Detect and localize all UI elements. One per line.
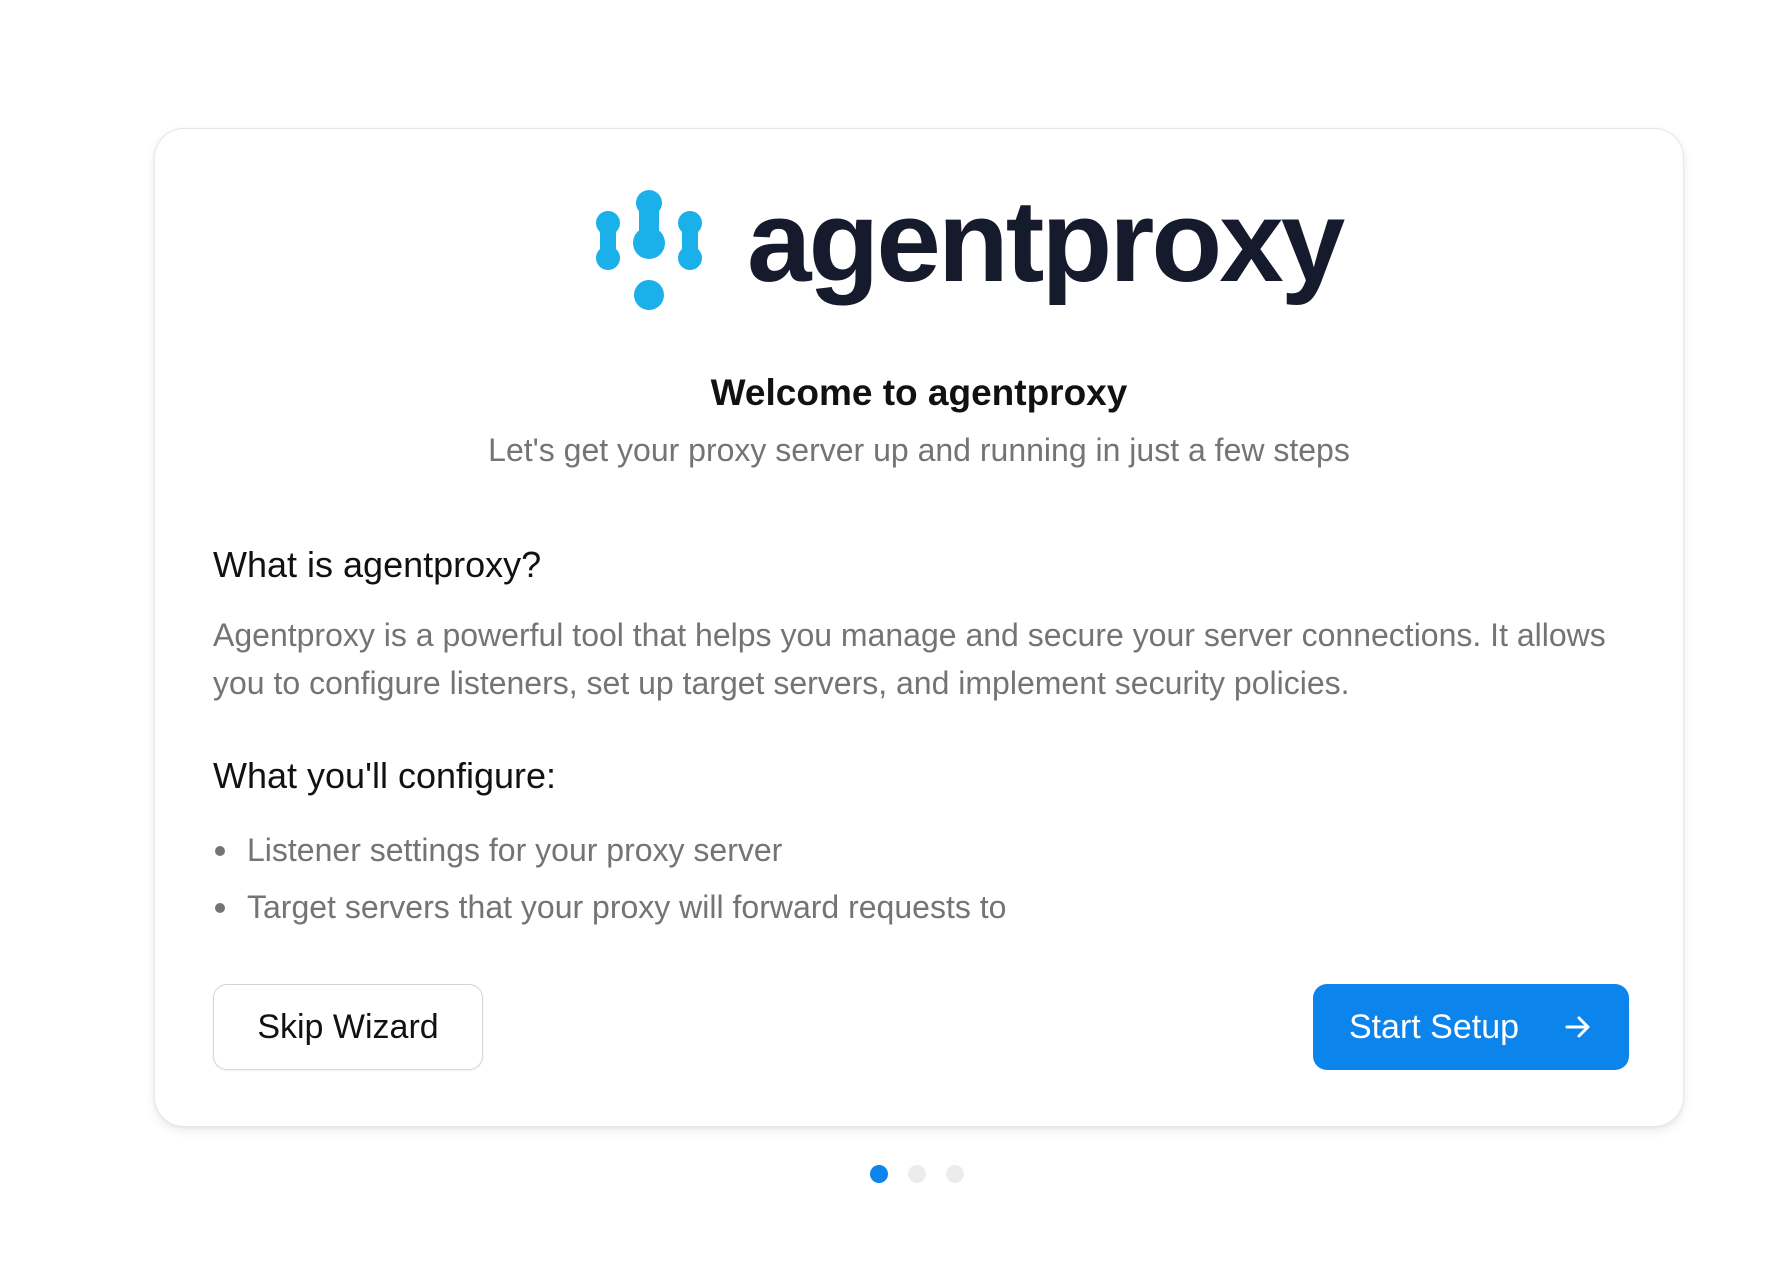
configure-list: Listener settings for your proxy server …: [213, 822, 1006, 936]
arrow-right-icon: [1565, 1016, 1590, 1038]
step-indicator: [870, 1165, 964, 1183]
step-dot-3[interactable]: [946, 1165, 964, 1183]
step-dot-1[interactable]: [870, 1165, 888, 1183]
brand-name: agentproxy: [747, 176, 1345, 306]
bullet-icon: [215, 846, 225, 856]
skip-wizard-label: Skip Wizard: [257, 1007, 439, 1046]
list-item: Target servers that your proxy will forw…: [213, 879, 1006, 936]
about-description: Agentproxy is a powerful tool that helps…: [213, 617, 1606, 701]
welcome-title: Welcome to agentproxy: [710, 372, 1128, 413]
welcome-card: agentproxy Welcome to agentproxy Let's g…: [154, 128, 1684, 1127]
brand-logo: agentproxy: [593, 183, 1345, 311]
list-item-label: Listener settings for your proxy server: [247, 832, 783, 868]
step-dot-2[interactable]: [908, 1165, 926, 1183]
skip-wizard-button[interactable]: Skip Wizard: [213, 984, 483, 1070]
list-item: Listener settings for your proxy server: [213, 822, 1006, 879]
configure-heading: What you'll configure:: [213, 755, 557, 796]
bullet-icon: [215, 903, 225, 913]
welcome-subtitle: Let's get your proxy server up and runni…: [488, 432, 1350, 468]
about-heading: What is agentproxy?: [213, 544, 542, 585]
list-item-label: Target servers that your proxy will forw…: [247, 889, 1007, 925]
start-setup-button[interactable]: Start Setup: [1313, 984, 1629, 1070]
agentproxy-mark-icon: [596, 190, 702, 310]
start-setup-label: Start Setup: [1348, 1007, 1520, 1046]
